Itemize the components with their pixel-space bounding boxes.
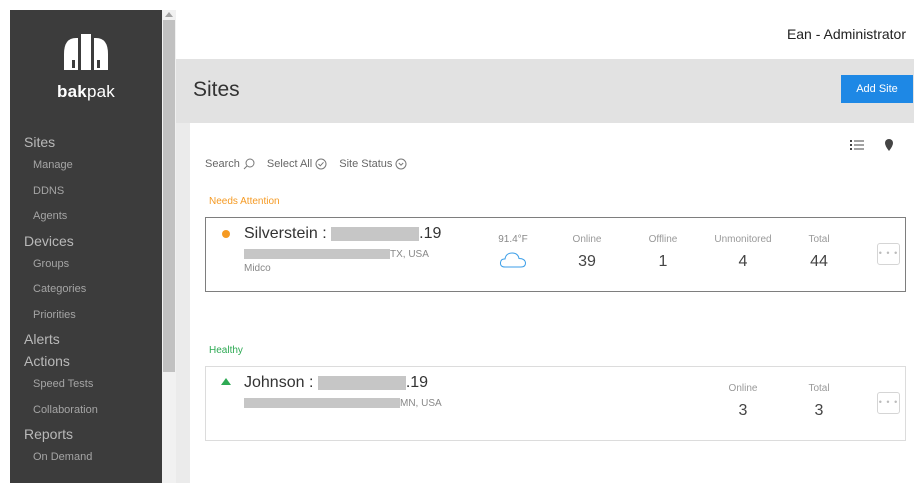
stat-value: 3 [814, 402, 824, 419]
stat-offline: Offline 1 [643, 234, 683, 271]
more-icon[interactable]: • • • [877, 243, 900, 265]
site-location-text: TX, USA [390, 249, 429, 260]
search-icon [243, 158, 255, 170]
sidebar-item-ddns[interactable]: DDNS [10, 179, 162, 205]
sidebar-section-sites[interactable]: Sites [10, 131, 162, 153]
site-status-label: Site Status [339, 158, 393, 170]
chevron-circle-icon [395, 158, 407, 170]
sidebar-item-speed-tests[interactable]: Speed Tests [10, 372, 162, 398]
search-filter[interactable]: Search [205, 158, 255, 170]
sidebar-item-collaboration[interactable]: Collaboration [10, 398, 162, 424]
app-window: bakpak Sites Manage DDNS Agents Devices … [0, 0, 914, 483]
stat-value: 4 [738, 253, 748, 270]
stat-label: Total [808, 383, 830, 394]
select-all-filter[interactable]: Select All [267, 158, 327, 170]
page-title: Sites [193, 78, 240, 101]
redacted-address [244, 398, 400, 409]
site-isp: Midco [244, 263, 271, 274]
sidebar-item-priorities[interactable]: Priorities [10, 303, 162, 329]
sidebar-section-devices[interactable]: Devices [10, 230, 162, 252]
redacted-address [244, 249, 390, 260]
group-needs-attention: Needs Attention [209, 196, 280, 207]
stat-total: Total 3 [799, 383, 839, 420]
select-all-label: Select All [266, 158, 313, 170]
stat-value: 3 [738, 402, 748, 419]
stat-unmonitored: Unmonitored 4 [703, 234, 783, 271]
stat-label: Online [728, 383, 758, 394]
filter-bar: Search Select All Site Status [205, 158, 416, 170]
map-pin-icon[interactable] [884, 139, 894, 151]
site-location-text: MN, USA [400, 398, 442, 409]
site-card[interactable]: Johnson : .19 MN, USA Online 3 Total 3 •… [205, 366, 906, 441]
stat-value: 39 [578, 253, 596, 270]
site-name-suffix: .19 [419, 225, 442, 242]
list-view-icon[interactable] [850, 139, 864, 151]
status-dot-icon [222, 230, 230, 238]
site-location: MN, USA [244, 398, 442, 409]
sidebar-section-reports[interactable]: Reports [10, 423, 162, 445]
site-status-filter[interactable]: Site Status [339, 158, 407, 170]
sidebar-item-categories[interactable]: Categories [10, 277, 162, 303]
scrollbar-thumb[interactable] [163, 20, 175, 372]
site-location: TX, USA [244, 249, 429, 260]
stat-online: Online 39 [567, 234, 607, 271]
group-healthy: Healthy [209, 345, 243, 356]
sidebar-section-actions[interactable]: Actions [10, 350, 162, 372]
stat-online: Online 3 [722, 383, 764, 420]
sidebar-section-alerts[interactable]: Alerts [10, 328, 162, 350]
stat-value: 44 [810, 253, 828, 270]
site-card[interactable]: Silverstein : .19 TX, USA Midco 91.4°F O… [205, 217, 906, 292]
sidebar-scrollbar[interactable] [162, 10, 176, 483]
logo[interactable]: bakpak [10, 34, 162, 114]
main-content: Search Select All Site Status Needs Atte… [176, 123, 914, 483]
user-menu[interactable]: Ean - Administrator [787, 26, 906, 42]
stat-value: 1 [658, 253, 668, 270]
sidebar-item-manage[interactable]: Manage [10, 153, 162, 179]
site-name-suffix: .19 [405, 374, 429, 391]
check-circle-icon [315, 158, 327, 170]
site-name-prefix: Silverstein : [244, 225, 332, 242]
brand-name: bakpak [57, 82, 115, 101]
cloud-icon [499, 252, 527, 268]
status-up-arrow-icon [221, 378, 231, 385]
stat-label: Offline [648, 234, 678, 245]
stat-total: Total 44 [799, 234, 839, 271]
search-label: Search [205, 158, 240, 170]
stat-label: Total [808, 234, 830, 245]
page-header: Sites Add Site [176, 59, 914, 123]
more-icon[interactable]: • • • [877, 392, 900, 414]
weather-temperature: 91.4°F [498, 234, 528, 245]
redacted-ip [331, 226, 420, 241]
site-name[interactable]: Johnson : .19 [244, 374, 428, 392]
sidebar-item-on-demand[interactable]: On Demand [10, 445, 162, 471]
redacted-ip [317, 375, 406, 390]
stat-label: Unmonitored [714, 234, 772, 245]
sites-panel: Search Select All Site Status Needs Atte… [190, 123, 914, 483]
logo-icon [64, 34, 108, 70]
sidebar: bakpak Sites Manage DDNS Agents Devices … [10, 10, 162, 483]
site-name-prefix: Johnson : [244, 374, 318, 391]
sidebar-item-groups[interactable]: Groups [10, 252, 162, 278]
sidebar-nav: Sites Manage DDNS Agents Devices Groups … [10, 131, 162, 471]
add-site-button[interactable]: Add Site [841, 75, 913, 103]
site-name[interactable]: Silverstein : .19 [244, 225, 441, 243]
stat-label: Online [572, 234, 602, 245]
weather: 91.4°F [495, 234, 531, 274]
sidebar-item-agents[interactable]: Agents [10, 204, 162, 230]
scroll-up-arrow-icon[interactable] [165, 12, 173, 17]
